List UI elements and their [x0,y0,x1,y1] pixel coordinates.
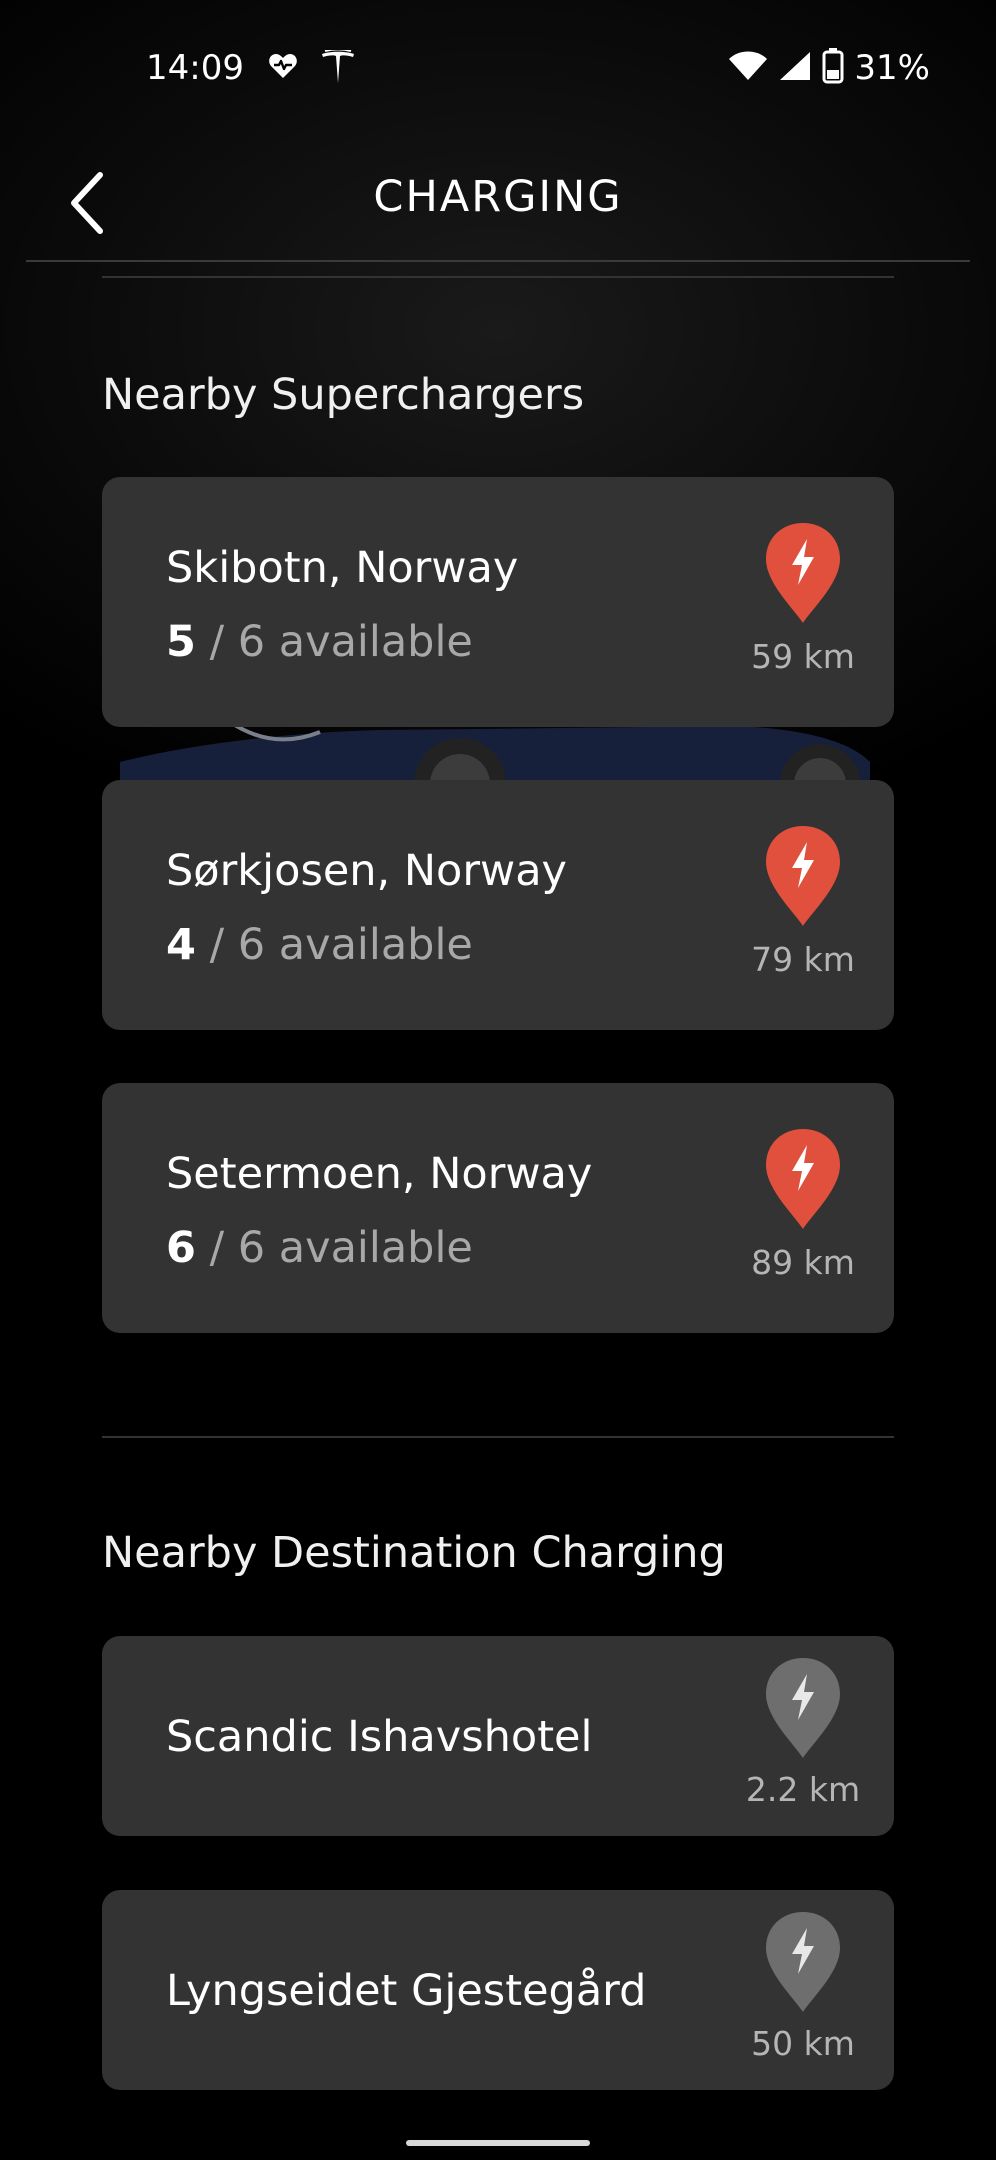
supercharger-pin-icon [764,521,842,625]
distance: 2.2 km [745,1770,861,1809]
header: CHARGING [0,140,996,262]
location-name: Scandic Ishavshotel [166,1712,593,1762]
supercharger-pin-icon [764,1127,842,1231]
supercharger-card[interactable]: Setermoen, Norway 6 / 6 available 89 km [102,1083,894,1333]
charging-screen: 14:09 31% CHARGING Nearby Superchargers … [0,0,996,2160]
superchargers-section-title: Nearby Superchargers [102,370,585,420]
destination-card[interactable]: Scandic Ishavshotel 2.2 km [102,1636,894,1836]
supercharger-card[interactable]: Sørkjosen, Norway 4 / 6 available 79 km [102,780,894,1030]
availability: 4 / 6 available [166,920,473,970]
battery-percent: 31% [854,48,930,88]
car-image [120,722,870,784]
status-time: 14:09 [146,48,244,88]
available-count: 4 [166,920,196,970]
heart-rate-icon [268,52,298,84]
available-count: 6 [166,1223,196,1273]
destination-section-title: Nearby Destination Charging [102,1528,726,1578]
status-right: 31% [728,48,930,88]
available-count: 5 [166,617,196,667]
location-name: Setermoen, Norway [166,1149,593,1199]
battery-icon [822,48,844,88]
page-title: CHARGING [373,172,623,222]
destination-pin-icon [764,1910,842,2014]
section-divider [102,1436,894,1438]
tesla-logo-icon [320,48,356,90]
location-name: Skibotn, Norway [166,543,519,593]
distance: 59 km [751,637,855,676]
status-bar: 14:09 31% [0,0,996,140]
location-name: Sørkjosen, Norway [166,846,568,896]
location-name: Lyngseidet Gjestegård [166,1966,647,2016]
destination-card[interactable]: Lyngseidet Gjestegård 50 km [102,1890,894,2090]
supercharger-card[interactable]: Skibotn, Norway 5 / 6 available 59 km [102,477,894,727]
availability: 5 / 6 available [166,617,473,667]
distance: 50 km [751,2024,855,2063]
availability-total: / 6 available [195,920,473,970]
availability-total: / 6 available [195,1223,473,1273]
header-divider [26,260,970,262]
section-divider-top [102,276,894,278]
distance: 89 km [751,1243,855,1282]
supercharger-pin-icon [764,824,842,928]
availability: 6 / 6 available [166,1223,473,1273]
cell-signal-icon [778,50,812,86]
home-indicator[interactable] [406,2140,590,2146]
wifi-icon [728,50,768,86]
distance: 79 km [751,940,855,979]
destination-pin-icon [764,1656,842,1760]
availability-total: / 6 available [195,617,473,667]
